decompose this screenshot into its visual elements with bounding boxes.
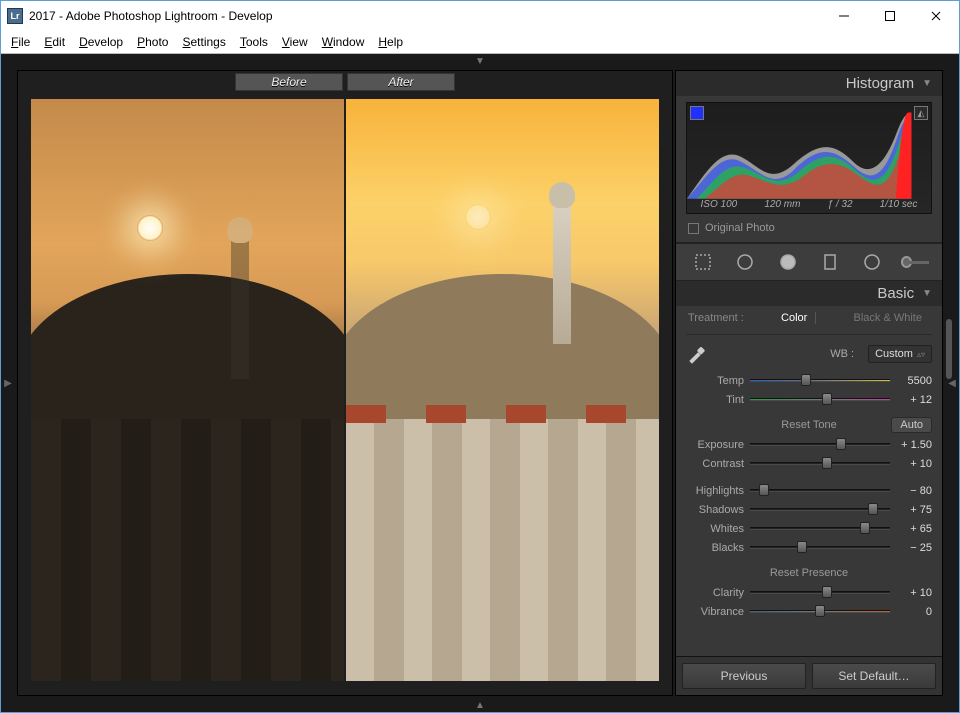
slider-clarity[interactable]: Clarity + 10 <box>686 583 932 602</box>
original-photo-row[interactable]: Original Photo <box>676 214 942 243</box>
minimize-button[interactable] <box>821 1 867 31</box>
slider-blacks[interactable]: Blacks − 25 <box>686 538 932 557</box>
maximize-button[interactable] <box>867 1 913 31</box>
menu-file[interactable]: File <box>5 33 36 51</box>
histogram[interactable]: ◭ ISO 100 120 mm ƒ / 32 1/10 sec <box>686 102 932 214</box>
slider-tint[interactable]: Tint + 12 <box>686 390 932 409</box>
close-button[interactable] <box>913 1 959 31</box>
filmstrip-toggle[interactable]: ▲ <box>1 698 959 712</box>
adjust-brush-tool[interactable] <box>901 250 929 274</box>
app-body: ▼ ▶ Before After <box>1 53 959 712</box>
previous-button[interactable]: Previous <box>682 663 806 689</box>
right-panel-toggle[interactable]: ◀ <box>945 68 959 698</box>
grad-filter-tool[interactable] <box>816 250 844 274</box>
set-default-button[interactable]: Set Default… <box>812 663 936 689</box>
crop-tool[interactable] <box>689 250 717 274</box>
menu-tools[interactable]: Tools <box>234 33 274 51</box>
menu-develop[interactable]: Develop <box>73 33 129 51</box>
after-image[interactable] <box>346 99 659 681</box>
before-label: Before <box>235 73 343 91</box>
auto-button[interactable]: Auto <box>891 417 932 433</box>
slider-contrast[interactable]: Contrast + 10 <box>686 454 932 473</box>
checkbox-icon[interactable] <box>688 223 699 234</box>
histogram-title: Histogram <box>846 75 914 92</box>
original-photo-label: Original Photo <box>705 222 775 234</box>
slider-shadows[interactable]: Shadows + 75 <box>686 500 932 519</box>
preview-canvas: Before After <box>17 70 673 696</box>
menu-edit[interactable]: Edit <box>38 33 71 51</box>
menu-view[interactable]: View <box>276 33 314 51</box>
right-panel: Histogram ▼ ◭ ISO 100 120 mm <box>675 70 943 696</box>
exif-aperture: ƒ / 32 <box>828 199 853 210</box>
presence-header[interactable]: Reset Presence <box>770 567 848 579</box>
slider-whites[interactable]: Whites + 65 <box>686 519 932 538</box>
chevron-down-icon: ▼ <box>922 78 932 89</box>
menu-window[interactable]: Window <box>316 33 371 51</box>
wb-label: WB : <box>830 348 854 360</box>
slider-vibrance[interactable]: Vibrance 0 <box>686 602 932 621</box>
eyedropper-icon[interactable] <box>686 343 708 365</box>
window-title: 2017 - Adobe Photoshop Lightroom - Devel… <box>29 9 273 23</box>
treatment-bw[interactable]: Black & White <box>846 312 930 324</box>
before-image[interactable] <box>31 99 344 681</box>
panel-scrollbar[interactable] <box>946 319 952 379</box>
redeye-tool[interactable] <box>774 250 802 274</box>
treatment-label: Treatment : <box>688 312 744 324</box>
treatment-color[interactable]: Color <box>773 312 815 324</box>
tool-strip <box>676 243 942 281</box>
menu-photo[interactable]: Photo <box>131 33 174 51</box>
basic-header[interactable]: Basic ▼ <box>676 281 942 306</box>
after-label: After <box>347 73 455 91</box>
tone-header[interactable]: Reset Tone <box>781 419 836 431</box>
wb-select[interactable]: Custom▵▿ <box>868 345 932 363</box>
wb-value: Custom <box>875 348 913 360</box>
menubar: File Edit Develop Photo Settings Tools V… <box>1 31 959 53</box>
window-frame: Lr 2017 - Adobe Photoshop Lightroom - De… <box>0 0 960 713</box>
top-panel-toggle[interactable]: ▼ <box>1 54 959 68</box>
titlebar[interactable]: Lr 2017 - Adobe Photoshop Lightroom - De… <box>1 1 959 31</box>
histogram-header[interactable]: Histogram ▼ <box>676 71 942 96</box>
left-panel-toggle[interactable]: ▶ <box>1 68 15 698</box>
spot-tool[interactable] <box>731 250 759 274</box>
menu-help[interactable]: Help <box>372 33 409 51</box>
exif-shutter: 1/10 sec <box>880 199 918 210</box>
exif-focal: 120 mm <box>764 199 800 210</box>
app-icon: Lr <box>7 8 23 24</box>
exif-iso: ISO 100 <box>701 199 738 210</box>
slider-temp[interactable]: Temp 5500 <box>686 371 932 390</box>
chevron-down-icon: ▼ <box>922 288 932 299</box>
slider-highlights[interactable]: Highlights − 80 <box>686 481 932 500</box>
menu-settings[interactable]: Settings <box>176 33 231 51</box>
radial-filter-tool[interactable] <box>858 250 886 274</box>
basic-title: Basic <box>877 285 914 302</box>
slider-exposure[interactable]: Exposure + 1.50 <box>686 435 932 454</box>
